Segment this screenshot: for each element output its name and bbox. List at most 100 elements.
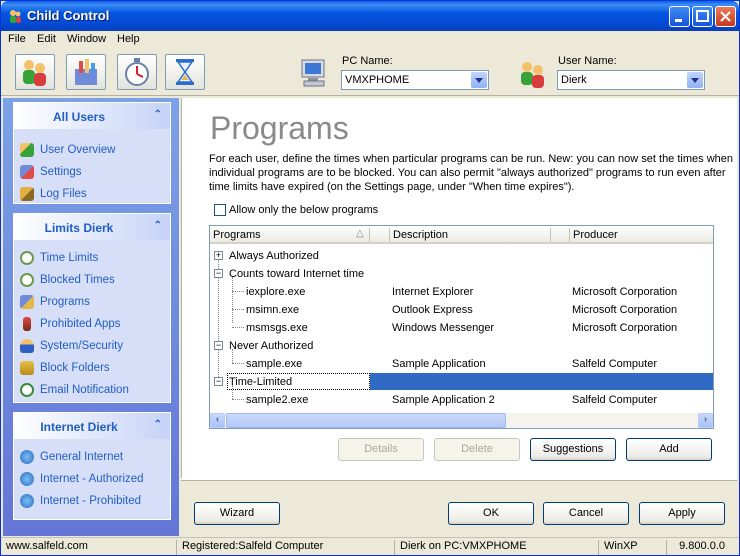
table-row[interactable]: sample.exe Sample Application Salfeld Co… [210,355,713,373]
status-version: 9.800.0.0 [679,540,725,552]
column-header-programs[interactable]: Programs [213,229,261,241]
panel-title: Internet Dierk [40,420,118,434]
sidebar-item-blocked-times[interactable]: Blocked Times [20,272,168,290]
table-row-selected[interactable]: − Time-Limited [210,373,713,391]
hourglass-icon [176,59,194,85]
collapse-icon[interactable]: − [214,269,223,278]
sidebar-item-user-overview[interactable]: User Overview [20,142,168,160]
panel-title: Limits Dierk [44,221,114,235]
sidebar-item-internet-authorized[interactable]: Internet - Authorized [20,471,168,489]
details-button[interactable]: Details [338,438,424,461]
table-row[interactable]: − Never Authorized [210,337,713,355]
collapse-chevron-icon[interactable]: ⌃ [154,109,162,120]
menu-edit[interactable]: Edit [37,33,56,45]
panel-header[interactable]: Internet Dierk ⌃ [14,413,170,439]
user-name-label: User Name: [558,55,617,67]
pc-name-value: VMXPHOME [345,74,410,86]
cancel-button[interactable]: Cancel [543,502,629,525]
expand-icon[interactable]: + [214,251,223,260]
stopwatch-icon [20,251,34,265]
row-producer: Microsoft Corporation [572,286,678,298]
scroll-right-button[interactable]: › [698,413,713,428]
column-separator [550,228,551,242]
table-row[interactable]: sample2.exe Sample Application 2 Salfeld… [210,391,713,409]
ok-button[interactable]: OK [448,502,534,525]
horizontal-scrollbar[interactable]: ‹ › [210,413,713,428]
row-producer: Salfeld Computer [572,358,657,370]
user-name-select[interactable]: Dierk [557,70,705,90]
sidebar-item-prohibited-apps[interactable]: Prohibited Apps [20,316,168,334]
programs-page: Programs For each user, define the times… [181,98,737,478]
status-website: www.salfeld.com [3,540,177,555]
sidebar-item-general-internet[interactable]: General Internet [20,449,168,467]
collapse-chevron-icon[interactable]: ⌃ [154,419,162,430]
close-button[interactable] [715,6,736,27]
pc-name-select[interactable]: VMXPHOME [341,70,489,90]
table-row[interactable]: − Counts toward Internet time [210,265,713,283]
table-row[interactable]: + Always Authorized [210,247,713,265]
users-tool-button[interactable] [15,54,55,90]
sidebar-item-log-files[interactable]: Log Files [20,186,168,204]
row-name: Always Authorized [229,250,319,262]
dialog-footer: Wizard OK Cancel Apply [181,480,737,536]
row-description: Outlook Express [392,304,473,316]
allow-only-checkbox[interactable] [214,204,226,216]
table-header: Programs △ Description Producer [210,226,713,244]
row-name: sample2.exe [246,394,309,406]
collapse-icon[interactable]: − [214,377,223,386]
lock-icon [20,361,34,375]
sidebar-item-email-notification[interactable]: Email Notification [20,382,168,400]
collapse-icon[interactable]: − [214,341,223,350]
suggestions-button[interactable]: Suggestions [530,438,616,461]
programs-table: Programs △ Description Producer + Always… [209,225,714,429]
add-button[interactable]: Add [626,438,712,461]
globe-icon [20,494,34,508]
menu-bar: File Edit Window Help [1,31,739,49]
scroll-thumb[interactable] [226,413,506,428]
status-session: Dierk on PC:VMXPHOME [397,540,599,555]
column-header-producer[interactable]: Producer [573,229,618,241]
sidebar-item-label: User Overview [40,144,116,156]
row-name: Never Authorized [229,340,314,352]
menu-file[interactable]: File [8,33,26,45]
time-tool-button[interactable] [117,54,157,90]
delete-button[interactable]: Delete [434,438,520,461]
scroll-left-button[interactable]: ‹ [210,413,225,428]
panel-title: All Users [52,110,106,124]
status-bar: www.salfeld.com Registered:Salfeld Compu… [1,537,739,555]
sidebar-item-system-security[interactable]: System/Security [20,338,168,356]
limits-tool-button[interactable] [165,54,205,90]
title-bar[interactable]: Child Control [1,1,739,31]
menu-help[interactable]: Help [117,33,140,45]
menu-window[interactable]: Window [67,33,106,45]
column-header-description[interactable]: Description [393,229,448,241]
maximize-button[interactable] [692,6,713,27]
chevron-down-icon [687,72,703,88]
wizard-button[interactable]: Wizard [194,502,280,525]
sidebar-item-label: Block Folders [40,362,110,374]
sidebar-item-programs[interactable]: Programs [20,294,168,312]
sidebar-item-time-limits[interactable]: Time Limits [20,250,168,268]
collapse-chevron-icon[interactable]: ⌃ [154,220,162,231]
allow-only-label: Allow only the below programs [229,204,379,216]
sidebar-item-settings[interactable]: Settings [20,164,168,182]
email-icon [20,383,34,397]
sidebar-item-block-folders[interactable]: Block Folders [20,360,168,378]
users-icon [521,62,544,88]
programs-tool-button[interactable] [66,54,106,90]
toolbar: PC Name: VMXPHOME User Name: Dierk [1,50,739,96]
table-row[interactable]: iexplore.exe Internet Explorer Microsoft… [210,283,713,301]
minimize-button[interactable] [669,6,690,27]
toolbox-icon [20,165,34,179]
apply-button[interactable]: Apply [639,502,725,525]
table-row[interactable]: msmsgs.exe Windows Messenger Microsoft C… [210,319,713,337]
maximize-icon [696,10,709,22]
row-description: Windows Messenger [392,322,495,334]
sidebar-item-label: Internet - Authorized [40,473,144,485]
sidebar-item-internet-prohibited[interactable]: Internet - Prohibited [20,493,168,511]
panel-all-users: All Users ⌃ User Overview Settings Log F… [13,102,171,204]
row-description: Internet Explorer [392,286,474,298]
panel-header[interactable]: All Users ⌃ [14,103,170,129]
panel-header[interactable]: Limits Dierk ⌃ [14,214,170,240]
table-row[interactable]: msimn.exe Outlook Express Microsoft Corp… [210,301,713,319]
